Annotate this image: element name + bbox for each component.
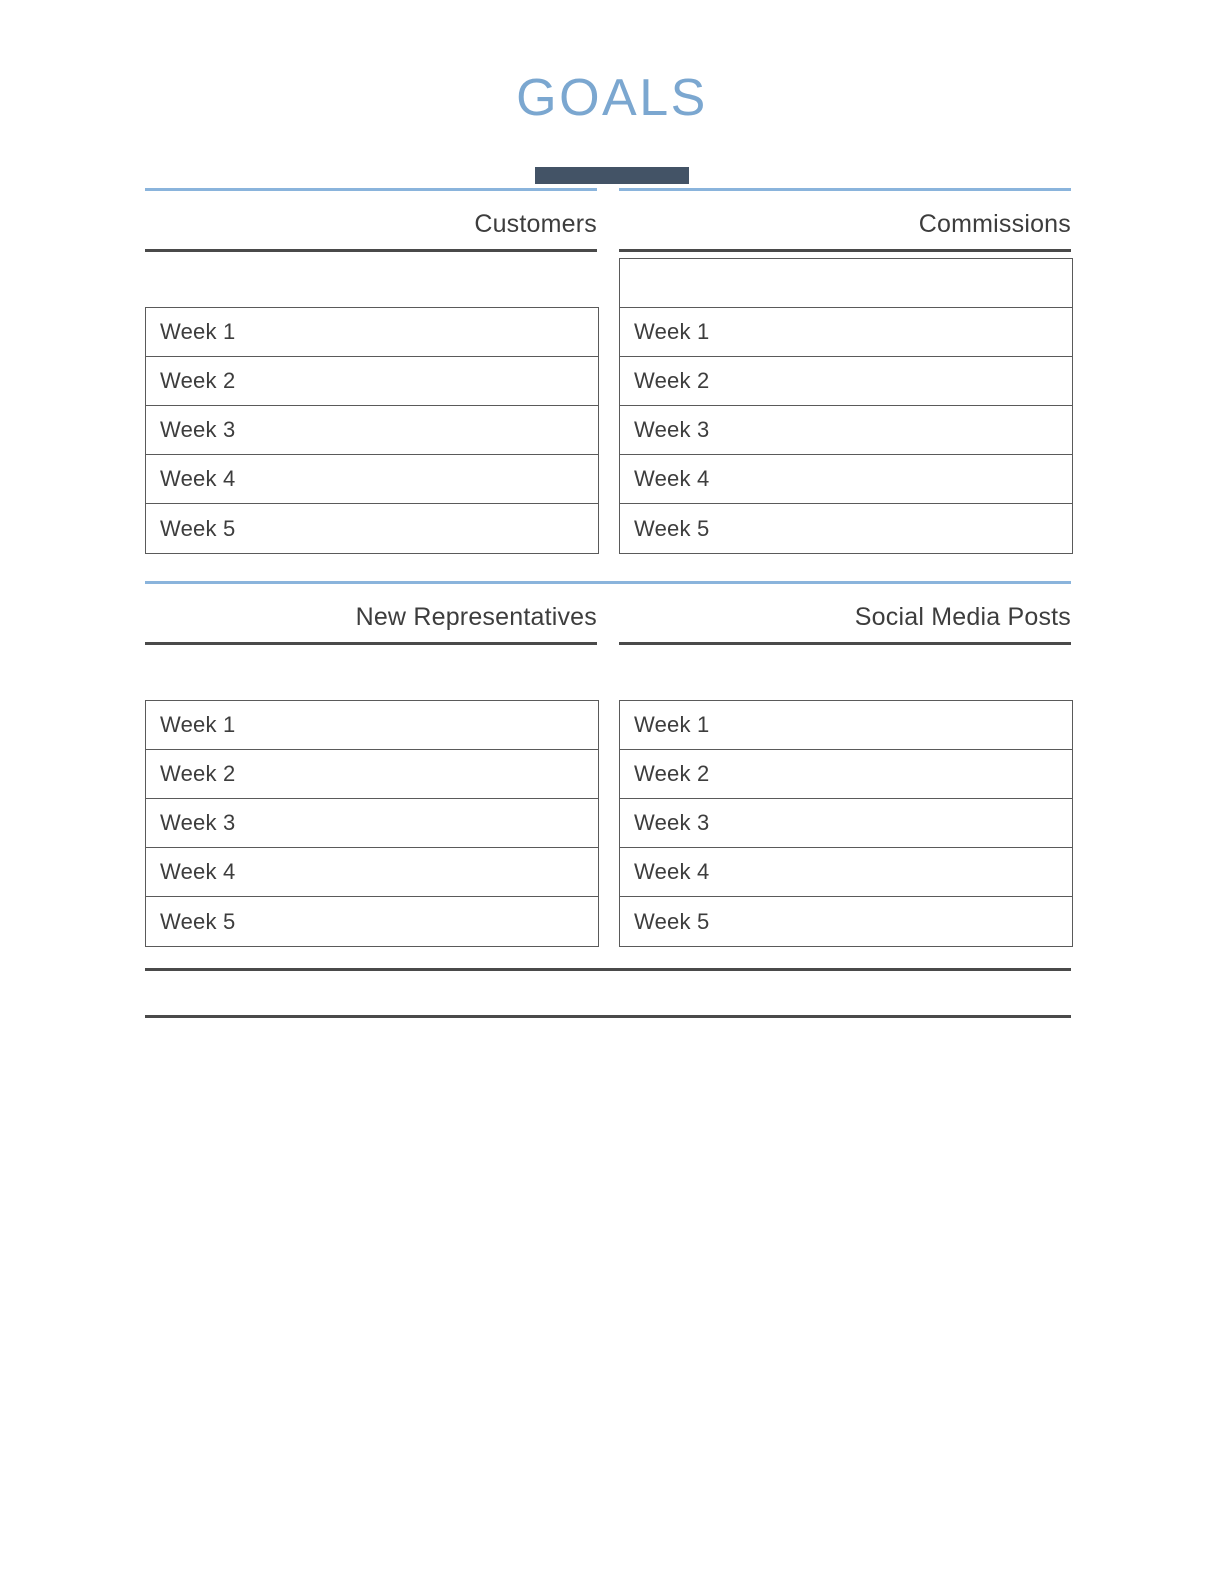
table-row[interactable]: Week 2 — [146, 750, 598, 799]
section-label-commissions: Commissions — [918, 210, 1071, 238]
header-column-social-media-posts: Social Media Posts — [619, 584, 1071, 645]
section-label-social-media-posts: Social Media Posts — [854, 603, 1071, 631]
footer-rules — [145, 968, 1071, 1018]
table-row[interactable]: Week 1 — [620, 701, 1072, 750]
table-row[interactable]: Week 4 — [146, 455, 598, 504]
table-row[interactable]: Week 3 — [620, 406, 1072, 455]
table-column-new-representatives: Week 1 Week 2 Week 3 Week 4 Week 5 — [145, 645, 599, 947]
table-row[interactable]: Week 5 — [146, 504, 598, 553]
row-label: Week 2 — [160, 368, 236, 393]
table-row[interactable]: Week 5 — [620, 897, 1072, 946]
row-label: Week 3 — [160, 417, 236, 442]
table-row[interactable]: Week 4 — [620, 455, 1072, 504]
row-label: Week 5 — [634, 515, 710, 541]
row-label: Week 1 — [634, 712, 710, 737]
row-label: Week 1 — [160, 319, 236, 344]
table-spacer — [145, 252, 597, 307]
goal-table-commissions[interactable]: Week 1 Week 2 Week 3 Week 4 Week 5 — [619, 258, 1073, 554]
row-label: Week 2 — [634, 761, 710, 786]
goal-table-new-representatives[interactable]: Week 1 Week 2 Week 3 Week 4 Week 5 — [145, 700, 599, 947]
goal-table-customers[interactable]: Week 1 Week 2 Week 3 Week 4 Week 5 — [145, 307, 599, 554]
row-label: Week 4 — [160, 859, 236, 884]
row-label: Week 5 — [634, 908, 710, 934]
section-2-headers: New Representatives Social Media Posts — [145, 584, 1071, 645]
row-label: Week 4 — [634, 466, 710, 491]
title-underline-bar — [535, 167, 689, 184]
table-row[interactable]: Week 3 — [620, 799, 1072, 848]
header-column-customers: Customers — [145, 191, 597, 252]
table-row[interactable]: Week 2 — [146, 357, 598, 406]
table-spacer — [145, 645, 597, 700]
table-row[interactable]: Week 2 — [620, 750, 1072, 799]
section-2-tables: Week 1 Week 2 Week 3 Week 4 Week 5 Week … — [145, 645, 1073, 947]
table-row[interactable]: Week 3 — [146, 406, 598, 455]
goals-worksheet-page: GOALS Customers Commissions Week 1 Week … — [0, 0, 1224, 1584]
table-column-social-media-posts: Week 1 Week 2 Week 3 Week 4 Week 5 — [619, 645, 1073, 947]
row-label: Week 1 — [160, 712, 236, 737]
table-row[interactable]: Week 5 — [620, 504, 1072, 553]
table-row[interactable]: Week 1 — [146, 701, 598, 750]
row-label: Week 2 — [634, 368, 710, 393]
row-label: Week 3 — [634, 810, 710, 835]
table-row-empty[interactable] — [620, 259, 1072, 308]
table-row[interactable]: Week 2 — [620, 357, 1072, 406]
row-label: Week 1 — [634, 319, 710, 344]
table-row[interactable]: Week 4 — [620, 848, 1072, 897]
footer-gap — [145, 971, 1071, 1015]
row-label: Week 2 — [160, 761, 236, 786]
section-label-customers: Customers — [474, 210, 597, 238]
goal-section-1: Customers Commissions Week 1 Week 2 Week… — [145, 188, 1073, 554]
table-row[interactable]: Week 3 — [146, 799, 598, 848]
row-label: Week 5 — [160, 908, 236, 934]
header-column-new-representatives: New Representatives — [145, 584, 597, 645]
table-row[interactable]: Week 1 — [146, 308, 598, 357]
table-spacer — [619, 645, 1071, 700]
table-column-commissions: Week 1 Week 2 Week 3 Week 4 Week 5 — [619, 252, 1073, 554]
footer-rule-2 — [145, 1015, 1071, 1018]
goal-section-2: New Representatives Social Media Posts W… — [145, 581, 1073, 947]
row-label: Week 4 — [634, 859, 710, 884]
section-label-new-representatives: New Representatives — [355, 603, 597, 631]
page-title: GOALS — [516, 69, 708, 127]
goal-table-social-media-posts[interactable]: Week 1 Week 2 Week 3 Week 4 Week 5 — [619, 700, 1073, 947]
header-column-commissions: Commissions — [619, 191, 1071, 252]
row-label: Week 4 — [160, 466, 236, 491]
title-block: GOALS — [0, 0, 1224, 184]
row-label: Week 3 — [634, 417, 710, 442]
table-row[interactable]: Week 5 — [146, 897, 598, 946]
row-label: Week 5 — [160, 515, 236, 541]
table-column-customers: Week 1 Week 2 Week 3 Week 4 Week 5 — [145, 252, 599, 554]
row-label: Week 3 — [160, 810, 236, 835]
table-row[interactable]: Week 4 — [146, 848, 598, 897]
table-row[interactable]: Week 1 — [620, 308, 1072, 357]
section-1-tables: Week 1 Week 2 Week 3 Week 4 Week 5 Week … — [145, 252, 1073, 554]
section-1-headers: Customers Commissions — [145, 191, 1071, 252]
